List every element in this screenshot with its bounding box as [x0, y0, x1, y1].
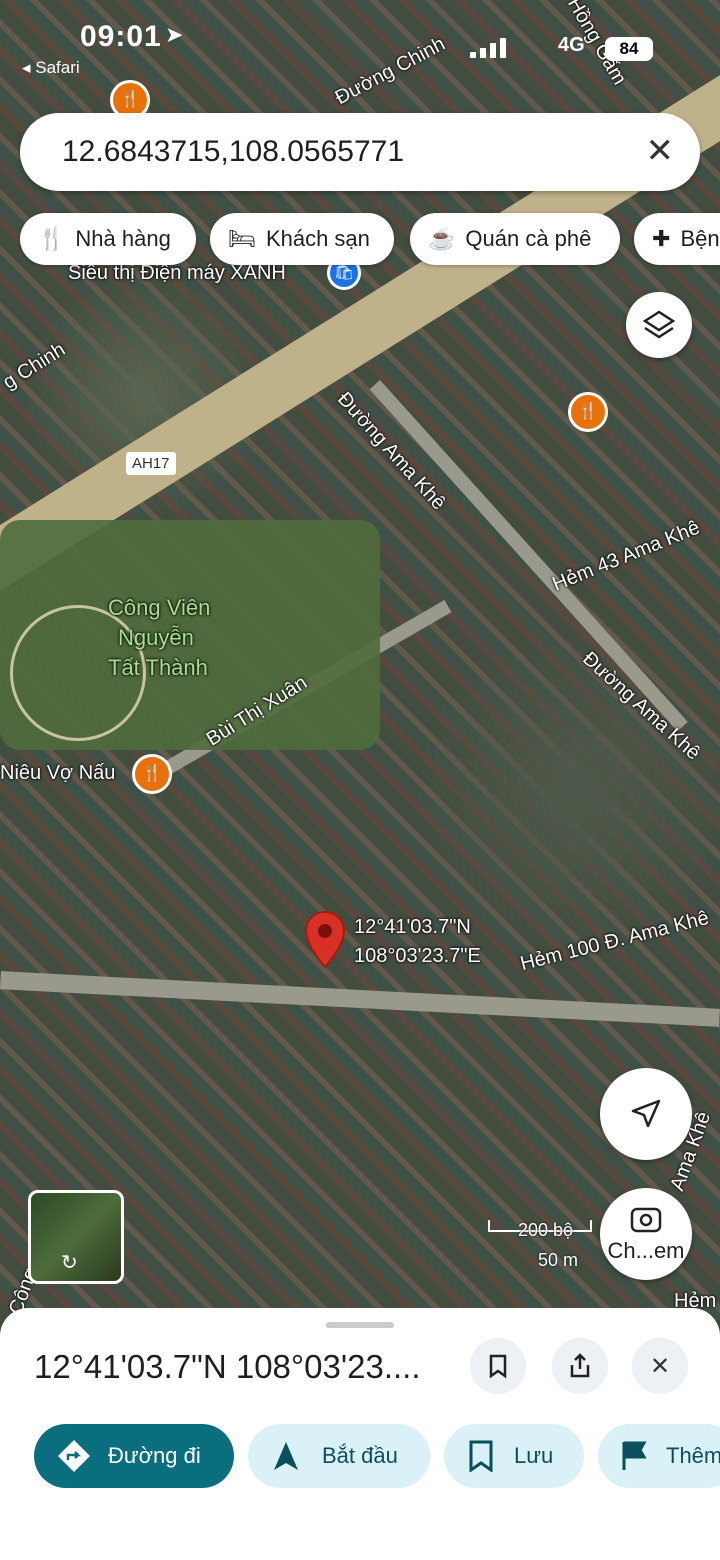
restaurant-poi-icon[interactable]: 🍴: [568, 392, 608, 432]
layers-icon: [642, 310, 676, 339]
signal-icon: [470, 38, 506, 63]
start-label: Bắt đầu: [322, 1443, 398, 1468]
map-label-hem-43: Hẻm 43 Ama Khê: [549, 516, 703, 596]
location-arrow-icon: ➤: [165, 22, 184, 47]
street-view-thumbnail[interactable]: ↻: [28, 1190, 124, 1284]
search-query[interactable]: 12.6843715,108.0565771: [62, 135, 404, 169]
fork-knife-icon: 🍴: [38, 226, 66, 251]
pin-lng-label: 108°03'23.7"E: [354, 945, 481, 967]
chip-hotels[interactable]: 🛏 Khách sạn: [210, 213, 394, 265]
flag-icon: [622, 1441, 647, 1470]
camera-label: Ch...em: [607, 1238, 685, 1263]
scale-meters: 50 m: [538, 1250, 579, 1270]
bookmark-icon: [489, 1354, 507, 1378]
more-label: Thêm: [666, 1443, 720, 1468]
map-label-park-2: Nguyễn: [118, 625, 194, 650]
camera-search-button[interactable]: Ch...em: [600, 1188, 692, 1280]
coffee-icon: ☕: [428, 226, 456, 251]
bed-icon: 🛏: [228, 226, 256, 251]
share-icon: [570, 1353, 590, 1378]
close-icon: ✕: [649, 1352, 671, 1380]
map-scale: 200 bộ 50 m: [488, 1220, 592, 1270]
hospital-icon: ✚: [652, 226, 671, 251]
close-sheet-button[interactable]: ✕: [632, 1338, 688, 1394]
save-label: Lưu: [514, 1443, 554, 1468]
status-time: 09:01: [80, 20, 162, 53]
map-label-park-1: Công Viên: [108, 595, 211, 620]
pin-lat-label: 12°41'03.7"N: [354, 916, 471, 938]
map-label-ama-khe-2: Đường Ama Khê: [578, 647, 705, 765]
bookmark-icon: [469, 1440, 493, 1472]
share-button[interactable]: [552, 1338, 608, 1394]
clear-search-icon[interactable]: ✕: [646, 131, 675, 171]
map-label-chinh-left: g Chinh: [0, 338, 70, 394]
map-label-park-3: Tất Thành: [108, 655, 208, 680]
map-label-nieu-vo-nau: Niêu Vợ Nấu: [0, 762, 116, 784]
drag-handle[interactable]: [326, 1322, 394, 1328]
scale-feet: 200 bộ: [518, 1220, 574, 1240]
more-button[interactable]: Thêm: [598, 1424, 720, 1488]
layers-button[interactable]: [626, 292, 692, 358]
back-to-safari-link[interactable]: ◂ Safari: [22, 58, 80, 78]
lens-icon: [630, 1207, 662, 1233]
navigation-arrow-icon: [631, 1099, 661, 1128]
rotate-icon: ↻: [61, 1252, 78, 1274]
chip-label: Nhà hàng: [75, 226, 171, 251]
restaurant-poi-icon[interactable]: 🍴: [132, 754, 172, 794]
status-bar: 09:01 ➤ ◂ Safari 4G 84: [0, 0, 720, 80]
save-button[interactable]: Lưu: [444, 1424, 584, 1488]
street-road: [0, 971, 720, 1027]
start-button[interactable]: Bắt đầu: [248, 1424, 430, 1488]
category-chips: 🍴 Nhà hàng 🛏 Khách sạn ☕ Quán cà phê ✚ B…: [20, 213, 720, 267]
chip-hospital[interactable]: ✚ Bệnh: [634, 213, 720, 265]
directions-button[interactable]: Đường đi: [34, 1424, 234, 1488]
place-title: 12°41'03.7"N 108°03'23....: [34, 1348, 421, 1385]
battery-icon: 84: [605, 37, 653, 61]
directions-icon: [58, 1440, 90, 1472]
map-label-hem-100: Hẻm 100 Đ. Ama Khê: [518, 906, 712, 976]
chip-restaurants[interactable]: 🍴 Nhà hàng: [20, 213, 196, 265]
search-bar[interactable]: 12.6843715,108.0565771 ✕: [20, 113, 700, 191]
directions-label: Đường đi: [108, 1443, 201, 1468]
my-location-button[interactable]: [600, 1068, 692, 1160]
chip-label: Bệnh: [680, 226, 720, 251]
network-type: 4G: [558, 34, 585, 56]
chip-label: Khách sạn: [265, 226, 370, 251]
bookmark-button[interactable]: [470, 1338, 526, 1394]
chip-coffee[interactable]: ☕ Quán cà phê: [410, 213, 620, 265]
place-bottom-sheet[interactable]: 12°41'03.7"N 108°03'23.... ✕ Đường đi Bắ…: [0, 1308, 720, 1560]
location-pin-icon[interactable]: [304, 910, 346, 975]
navigation-start-icon: [274, 1442, 298, 1470]
highway-shield: AH17: [126, 452, 176, 475]
chip-label: Quán cà phê: [465, 226, 592, 251]
